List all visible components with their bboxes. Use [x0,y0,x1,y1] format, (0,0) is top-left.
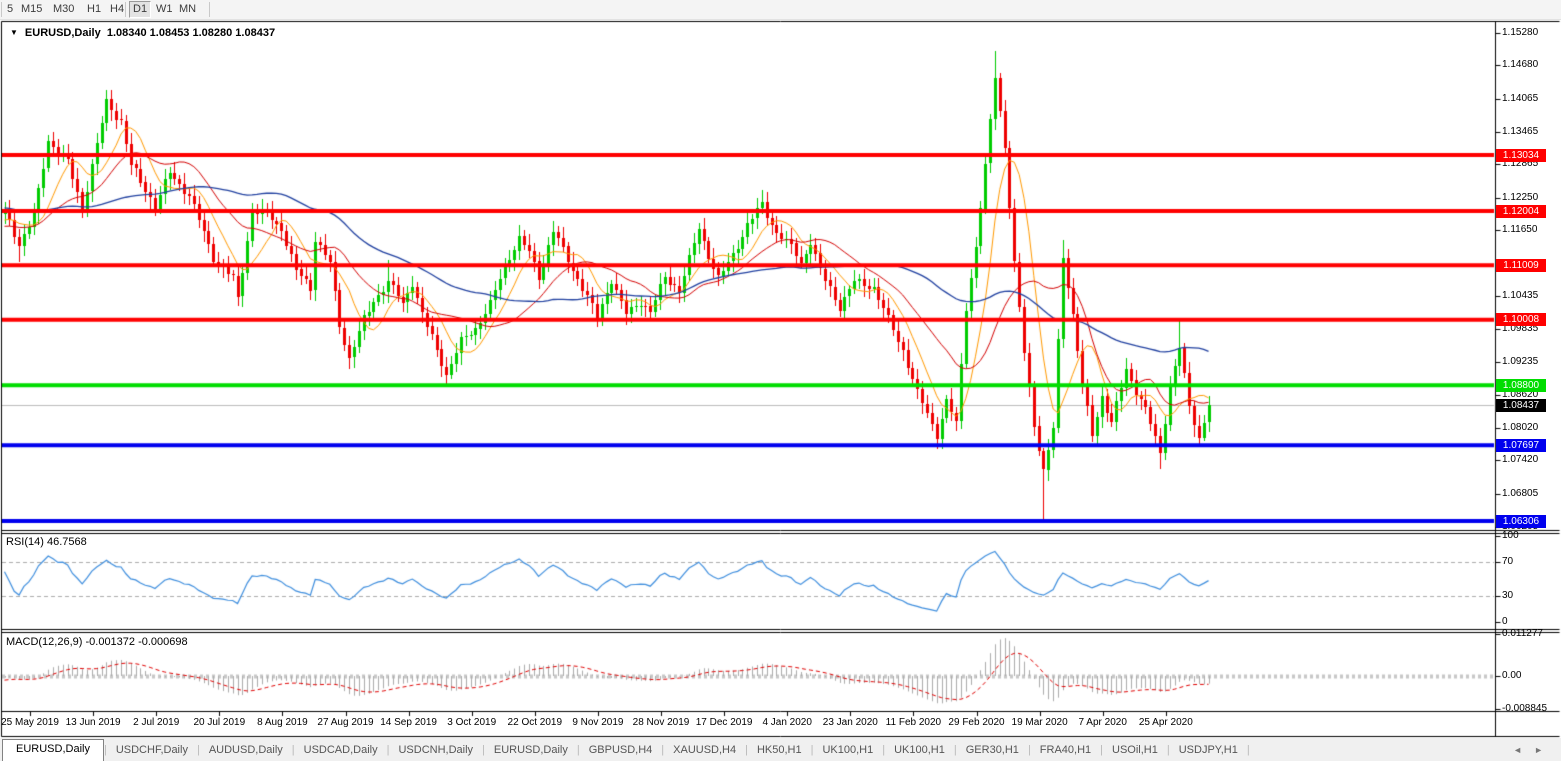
date-tick-label: 22 Oct 2019 [507,717,563,728]
date-tick-label: 14 Sep 2019 [380,717,437,728]
price-tick-label: 1.13465 [1502,125,1539,137]
date-tick-label: 11 Feb 2020 [885,717,942,728]
timeframe-button-m30[interactable]: M30 [50,2,77,16]
date-tick-label: 25 Apr 2020 [1138,717,1193,728]
price-tick-label: 1.09235 [1502,355,1539,367]
chart-ohlc-values: 1.08340 1.08453 1.08280 1.08437 [106,27,276,39]
timeframe-button-h4[interactable]: H4 [107,2,127,16]
chart-tab-fra40-h1[interactable]: FRA40,H1 [1031,740,1100,761]
chart-tab-eurusd-daily[interactable]: EURUSD,Daily [2,739,104,761]
rsi-tick-label: 100 [1502,530,1519,541]
date-tick-label: 25 May 2019 [1,717,59,728]
macd-tick-label: 0.011277 [1502,628,1543,639]
date-tick-label: 7 Apr 2020 [1078,717,1127,728]
rsi-tick-label: 0 [1502,616,1508,627]
chart-tab-uk100-h1[interactable]: UK100,H1 [885,740,954,761]
tab-separator: | [1246,744,1250,756]
toolbar-separator [1,2,2,17]
price-tick-label: 1.15280 [1502,26,1539,38]
date-tick-label: 3 Oct 2019 [447,717,497,728]
price-tick-label: 1.12250 [1502,191,1539,203]
macd-indicator-label: MACD(12,26,9) -0.001372 -0.000698 [6,636,188,648]
rsi-tick-label: 30 [1502,590,1514,602]
date-tick-label: 4 Jan 2020 [762,717,812,728]
chart-tab-usdcad-daily[interactable]: USDCAD,Daily [295,740,387,761]
resistance-price-badge: 1.13034 [1496,148,1546,162]
price-tick-label: 1.10435 [1502,290,1539,302]
price-tick-label: 1.11650 [1502,224,1538,236]
mt4-window: { "toolbar": { "buttons": ["5","M15","M3… [0,0,1561,761]
chart-tab-usdjpy-h1[interactable]: USDJPY,H1 [1170,740,1247,761]
price-tick-label: 1.07420 [1502,454,1539,466]
chart-tab-uk100-h1[interactable]: UK100,H1 [813,740,882,761]
timeframe-button-h1[interactable]: H1 [84,2,104,16]
toolbar-separator [209,2,210,17]
timeframe-button-w1[interactable]: W1 [153,2,176,16]
rsi-tick-label: 70 [1502,555,1514,567]
support-price-badge: 1.08800 [1496,378,1546,392]
tab-scroll-arrows: ◄► [1513,745,1555,755]
price-tick-label: 1.14065 [1502,92,1539,104]
date-tick-label: 17 Dec 2019 [695,717,753,728]
resistance-price-badge: 1.11009 [1496,258,1546,272]
timeframe-toolbar: 5 M15 M30 H1 H4 D1 W1 MN [0,0,1561,20]
chart-tab-eurusd-daily[interactable]: EURUSD,Daily [485,740,577,761]
chart-tab-usoil-h1[interactable]: USOil,H1 [1103,740,1167,761]
chart-tab-xauusd-h4[interactable]: XAUUSD,H4 [664,740,745,761]
resistance-price-badge: 1.12004 [1496,204,1546,218]
chart-tab-hk50-h1[interactable]: HK50,H1 [748,740,811,761]
date-tick-label: 27 Aug 2019 [317,717,374,728]
chart-symbol-period: EURUSD,Daily [24,27,101,39]
macd-tick-label: 0.00 [1502,670,1522,681]
support-price-badge: 1.07697 [1496,438,1546,452]
date-tick-label: 23 Jan 2020 [822,717,878,728]
chart-dropdown-icon[interactable]: ▼ [10,28,18,37]
chart-tab-usdchf-daily[interactable]: USDCHF,Daily [107,740,197,761]
chart-tab-usdcnh-daily[interactable]: USDCNH,Daily [389,740,482,761]
date-tick-label: 13 Jun 2019 [65,717,121,728]
resistance-price-badge: 1.10008 [1496,313,1546,327]
tab-scroll-right-icon[interactable]: ► [1534,745,1555,755]
chart-title-overlay: ▼ EURUSD,Daily 1.08340 1.08453 1.08280 1.… [10,27,275,39]
price-tick-label: 1.14680 [1502,59,1539,71]
timeframe-button-m15[interactable]: M15 [18,2,45,16]
macd-values: -0.001372 -0.000698 [85,636,188,648]
rsi-name: RSI(14) [6,536,44,548]
support-price-badge: 1.06306 [1496,514,1546,528]
chart-tab-bar: EURUSD,Daily | USDCHF,Daily | AUDUSD,Daily | U… [0,738,1561,761]
date-tick-label: 20 Jul 2019 [193,717,246,728]
macd-tick-label: -0.008845 [1502,702,1548,714]
timeframe-button-mn[interactable]: MN [176,2,199,16]
timeframe-button-5[interactable]: 5 [4,2,16,16]
chart-tab-gbpusd-h4[interactable]: GBPUSD,H4 [580,740,662,761]
price-tick-label: 1.08020 [1502,421,1539,433]
macd-name: MACD(12,26,9) [6,636,83,648]
date-tick-label: 9 Nov 2019 [572,717,624,728]
date-tick-label: 19 Mar 2020 [1011,717,1068,728]
rsi-value: 46.7568 [46,536,87,548]
date-tick-label: 28 Nov 2019 [632,717,690,728]
price-tick-label: 1.06805 [1502,487,1539,499]
date-tick-label: 8 Aug 2019 [257,717,308,728]
tab-scroll-left-icon[interactable]: ◄ [1513,745,1534,755]
date-tick-label: 2 Jul 2019 [133,717,180,728]
chart-tab-ger30-h1[interactable]: GER30,H1 [957,740,1028,761]
rsi-indicator-label: RSI(14) 46.7568 [6,536,87,548]
date-tick-label: 29 Feb 2020 [948,717,1005,728]
timeframe-button-d1[interactable]: D1 [129,1,152,18]
current-price-badge: 1.08437 [1496,398,1546,412]
price-chart-canvas[interactable] [0,0,1561,761]
chart-tab-audusd-daily[interactable]: AUDUSD,Daily [200,740,292,761]
